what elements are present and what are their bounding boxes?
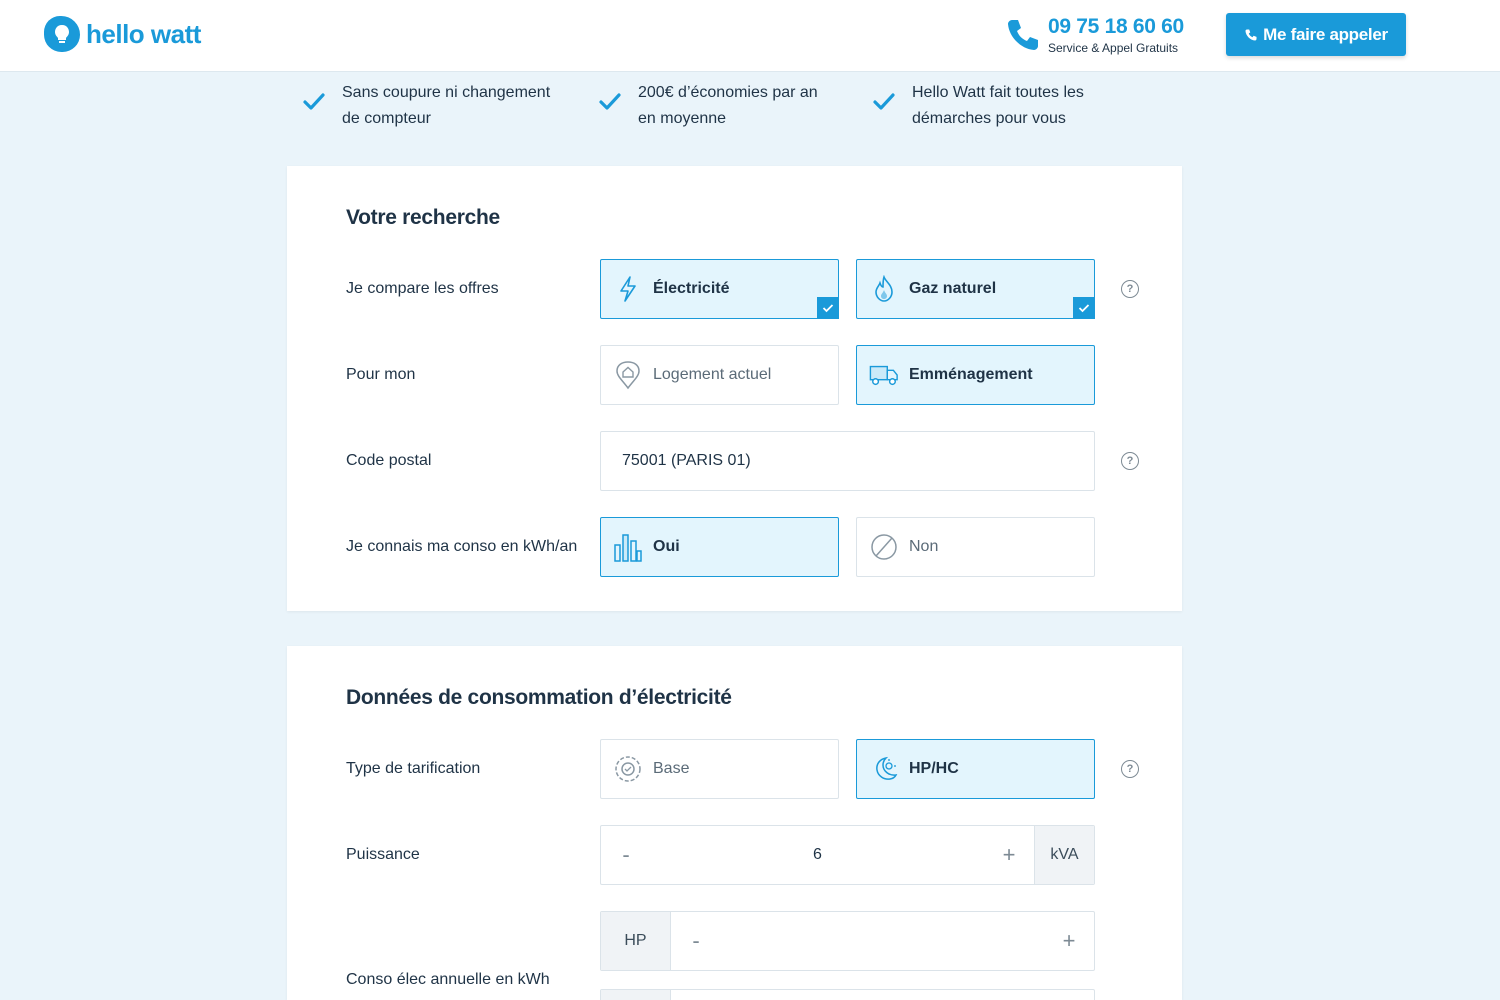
- option-label: Oui: [653, 538, 680, 555]
- puissance-label: Puissance: [346, 846, 420, 863]
- benefit-line: Sans coupure ni changement: [342, 84, 551, 101]
- tarification-label: Type de tarification: [346, 760, 481, 777]
- benefit-line: Hello Watt fait toutes les: [912, 84, 1084, 101]
- help-icon[interactable]: ?: [1121, 280, 1139, 298]
- compare-label: Je compare les offres: [346, 280, 499, 297]
- puissance-value[interactable]: 6: [651, 826, 984, 884]
- decrement-button[interactable]: -: [671, 912, 721, 970]
- decrement-button[interactable]: -: [601, 826, 651, 884]
- option-emmenagement[interactable]: Emménagement: [856, 345, 1095, 405]
- meter-icon: [613, 754, 643, 784]
- postal-code-input[interactable]: [600, 431, 1095, 491]
- option-label: Emménagement: [909, 366, 1033, 383]
- home-pin-icon: [613, 360, 643, 390]
- search-card: Votre recherche Je compare les offres Él…: [287, 166, 1182, 611]
- option-hp-hc[interactable]: HP/HC: [856, 739, 1095, 799]
- call-me-label: Me faire appeler: [1263, 24, 1388, 44]
- option-label: Logement actuel: [653, 366, 772, 383]
- hp-prefix: HP: [601, 912, 671, 970]
- lightbulb-logo-icon: [44, 16, 80, 52]
- conso-known-label: Je connais ma conso en kWh/an: [346, 538, 578, 555]
- call-me-button[interactable]: Me faire appeler: [1226, 13, 1406, 56]
- top-header: hello watt 09 75 18 60 60 Service & Appe…: [0, 0, 1500, 72]
- increment-button[interactable]: +: [984, 826, 1034, 884]
- benefit-item: Hello Watt fait toutes les démarches pou…: [872, 80, 1084, 132]
- logo-text: hello watt: [86, 18, 201, 49]
- postal-code-label: Code postal: [346, 452, 432, 469]
- phone-small-icon: [1245, 28, 1257, 41]
- puissance-stepper: - 6 + kVA: [600, 825, 1095, 885]
- search-card-title: Votre recherche: [346, 206, 500, 229]
- increment-button[interactable]: +: [1044, 912, 1094, 970]
- puissance-unit: kVA: [1034, 826, 1094, 884]
- help-icon[interactable]: ?: [1121, 452, 1139, 470]
- option-non[interactable]: Non: [856, 517, 1095, 577]
- option-gaz-naturel[interactable]: Gaz naturel: [856, 259, 1095, 319]
- option-oui[interactable]: Oui: [600, 517, 839, 577]
- annual-consumption-label: Conso élec annuelle en kWh: [346, 971, 550, 988]
- check-icon: [599, 93, 621, 110]
- benefit-item: Sans coupure ni changement de compteur: [302, 80, 550, 132]
- phone-subtitle: Service & Appel Gratuits: [1048, 41, 1179, 55]
- truck-icon: [869, 360, 899, 390]
- hc-consumption-stepper: [600, 989, 1095, 1000]
- help-icon[interactable]: ?: [1121, 760, 1139, 778]
- hp-consumption-value[interactable]: [721, 912, 1044, 970]
- bar-chart-icon: [613, 532, 643, 562]
- slash-circle-icon: [869, 532, 899, 562]
- option-label: HP/HC: [909, 760, 959, 777]
- electricity-consumption-card: Données de consommation d’électricité Ty…: [287, 646, 1182, 1000]
- benefit-line: de compteur: [342, 110, 431, 127]
- benefit-line: démarches pour vous: [912, 110, 1066, 127]
- benefit-line: en moyenne: [638, 110, 727, 127]
- selected-check-icon: [817, 297, 839, 319]
- electricity-card-title: Données de consommation d’électricité: [346, 686, 732, 709]
- option-label: Base: [653, 760, 690, 777]
- pour-mon-label: Pour mon: [346, 366, 416, 383]
- phone-contact[interactable]: 09 75 18 60 60 Service & Appel Gratuits: [1004, 16, 1184, 55]
- option-logement-actuel[interactable]: Logement actuel: [600, 345, 839, 405]
- hp-consumption-stepper: HP - +: [600, 911, 1095, 971]
- phone-number[interactable]: 09 75 18 60 60: [1048, 16, 1184, 38]
- check-icon: [303, 93, 325, 110]
- logo[interactable]: hello watt: [44, 16, 201, 52]
- option-base[interactable]: Base: [600, 739, 839, 799]
- moon-sun-icon: [869, 754, 899, 784]
- flame-icon: [869, 274, 899, 304]
- option-label: Électricité: [653, 280, 730, 297]
- lightning-icon: [613, 274, 643, 304]
- phone-icon: [1008, 20, 1038, 50]
- check-icon: [873, 93, 895, 110]
- option-label: Gaz naturel: [909, 280, 997, 297]
- selected-check-icon: [1073, 297, 1095, 319]
- option-electricite[interactable]: Électricité: [600, 259, 839, 319]
- benefit-line: 200€ d’économies par an: [638, 84, 818, 101]
- hc-prefix: [601, 990, 671, 1000]
- option-label: Non: [909, 538, 939, 555]
- hc-consumption-value[interactable]: [671, 990, 1094, 1000]
- benefit-item: 200€ d’économies par an en moyenne: [598, 80, 818, 132]
